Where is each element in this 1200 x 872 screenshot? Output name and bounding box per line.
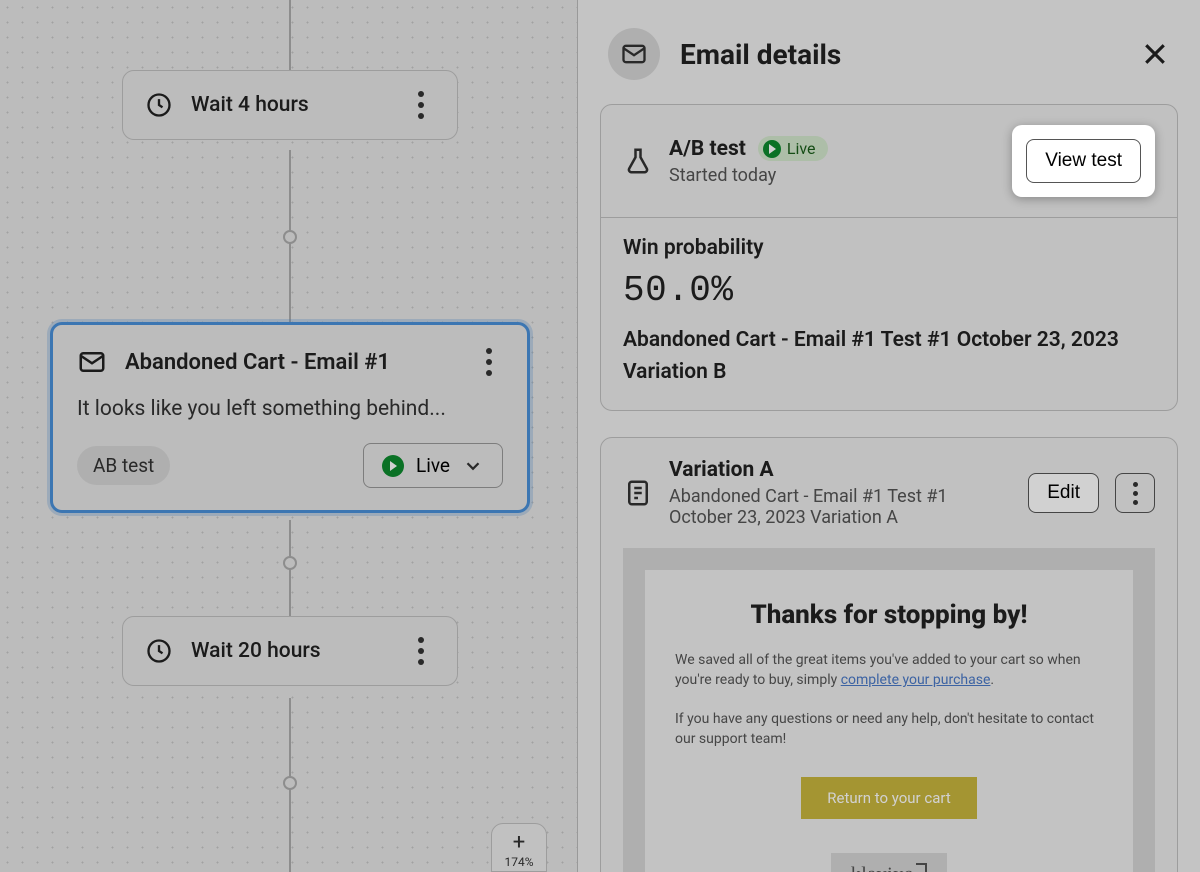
abtest-subtitle: Started today [669,165,996,186]
edit-button[interactable]: Edit [1028,473,1099,513]
win-probability-label: Win probability [623,236,1155,260]
abtest-tag: AB test [77,446,170,485]
email-node-menu[interactable] [475,348,503,376]
wait-label: Wait 20 hours [191,639,389,663]
return-cart-button[interactable]: Return to your cart [801,777,976,819]
live-badge-text: Live [787,139,816,158]
flask-icon [623,146,653,176]
wait-node-1[interactable]: Wait 4 hours [122,70,458,140]
email-preview-text: It looks like you left something behind.… [77,397,503,421]
zoom-level: 174% [492,855,546,871]
brand-mark-icon [916,863,927,872]
view-test-highlight: View test [1012,125,1155,197]
zoom-control[interactable]: + 174% [491,823,547,872]
status-dropdown[interactable]: Live [363,443,503,488]
win-probability-desc: Abandoned Cart - Email #1 Test #1 Octobe… [623,325,1155,388]
wait-node-1-menu[interactable] [407,91,435,119]
play-icon [382,455,404,477]
live-badge: Live [758,136,828,161]
email-paragraph-2: If you have any questions or need any he… [675,709,1103,750]
complete-purchase-link[interactable]: complete your purchase [841,672,991,688]
abtest-card: A/B test Live Started today View test Wi… [600,104,1178,411]
wait-node-2-menu[interactable] [407,637,435,665]
variation-menu[interactable] [1115,473,1155,513]
close-button[interactable] [1140,39,1170,69]
email-title: Abandoned Cart - Email #1 [125,350,457,375]
connector-dot [283,556,297,570]
abtest-title: A/B test [669,137,746,161]
details-panel: Email details A/B test Live Started toda… [578,0,1200,872]
brand-footer: klaviyo [831,853,948,872]
connector-line [289,0,291,72]
status-label: Live [416,454,450,477]
document-icon [623,478,653,508]
email-node[interactable]: Abandoned Cart - Email #1 It looks like … [50,322,530,513]
chevron-down-icon [462,455,484,477]
variation-title: Variation A [669,458,1012,482]
mail-icon-circle [608,28,660,80]
wait-node-2[interactable]: Wait 20 hours [122,616,458,686]
email-heading: Thanks for stopping by! [675,600,1103,630]
email-paragraph-1: We saved all of the great items you've a… [675,650,1103,691]
connector-dot [283,776,297,790]
win-probability-value: 50.0% [623,270,1155,311]
brand-name: klaviyo [851,864,915,872]
variation-card: Variation A Abandoned Cart - Email #1 Te… [600,437,1178,872]
view-test-button[interactable]: View test [1026,139,1141,183]
clock-icon [145,91,173,119]
clock-icon [145,637,173,665]
email-preview-frame: Thanks for stopping by! We saved all of … [623,548,1155,872]
panel-title: Email details [680,38,1120,71]
connector-dot [283,230,297,244]
zoom-in-button[interactable]: + [492,830,546,855]
wait-label: Wait 4 hours [191,93,389,117]
mail-icon [77,347,107,377]
variation-subtitle: Abandoned Cart - Email #1 Test #1 Octobe… [669,486,969,528]
flow-canvas[interactable]: Wait 4 hours Abandoned Cart - Email #1 I… [0,0,578,872]
play-icon [763,140,781,158]
